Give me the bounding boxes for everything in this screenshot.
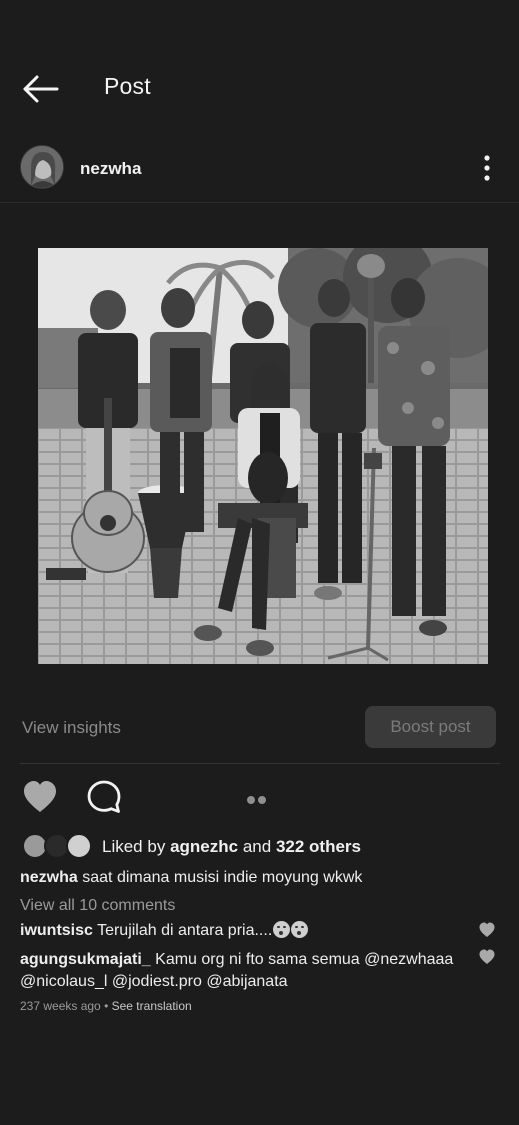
heart-icon[interactable] xyxy=(478,949,496,965)
kissing-emoji-icon xyxy=(291,921,309,938)
liked-by-text: Liked by agnezhc and 322 others xyxy=(102,837,361,857)
comment-icon[interactable] xyxy=(86,779,122,815)
comment-username[interactable]: agungsukmajati_ xyxy=(20,951,151,968)
more-vertical-icon[interactable] xyxy=(480,154,494,182)
comment-username[interactable]: iwuntsisc xyxy=(20,922,93,939)
post-image[interactable] xyxy=(38,248,488,664)
carousel-dot xyxy=(247,796,255,804)
heart-icon[interactable] xyxy=(478,922,496,938)
post-username[interactable]: nezwha xyxy=(80,159,141,179)
liked-by-user[interactable]: agnezhc xyxy=(170,837,238,856)
heart-icon[interactable] xyxy=(22,780,58,814)
liked-by-and: and xyxy=(242,837,272,856)
liked-by-row[interactable]: Liked by agnezhc and 322 others xyxy=(22,833,502,861)
carousel-indicator xyxy=(247,791,271,804)
boost-post-button[interactable]: Boost post xyxy=(365,706,496,748)
view-insights-link[interactable]: View insights xyxy=(22,718,121,738)
post-timestamp: 237 weeks ago xyxy=(20,999,101,1013)
comment: agungsukmajati_ Kamu org ni fto sama sem… xyxy=(20,949,470,993)
carousel-dot xyxy=(258,796,266,804)
liker-avatar xyxy=(66,833,92,859)
post-meta: 237 weeks ago • See translation xyxy=(20,999,192,1013)
post-header: nezwha xyxy=(0,140,519,200)
see-translation-link[interactable]: See translation xyxy=(112,999,192,1013)
page-title: Post xyxy=(104,73,151,99)
kissing-emoji-icon xyxy=(273,921,291,938)
caption-username[interactable]: nezwha xyxy=(20,869,78,886)
header-divider xyxy=(0,202,519,203)
liked-by-prefix: Liked by xyxy=(102,837,166,856)
top-bar: Post xyxy=(0,60,519,118)
caption-text: saat dimana musisi indie moyung wkwk xyxy=(82,869,363,886)
comment: iwuntsisc Terujilah di antara pria.... xyxy=(20,921,309,940)
comment-text: Terujilah di antara pria.... xyxy=(97,922,273,939)
back-arrow-icon[interactable] xyxy=(22,72,60,106)
avatar[interactable] xyxy=(20,145,64,189)
actions-divider xyxy=(20,763,500,764)
caption: nezwha saat dimana musisi indie moyung w… xyxy=(20,869,362,887)
liked-by-others[interactable]: 322 others xyxy=(276,837,361,856)
view-all-comments-link[interactable]: View all 10 comments xyxy=(20,897,175,915)
meta-separator: • xyxy=(104,999,109,1013)
